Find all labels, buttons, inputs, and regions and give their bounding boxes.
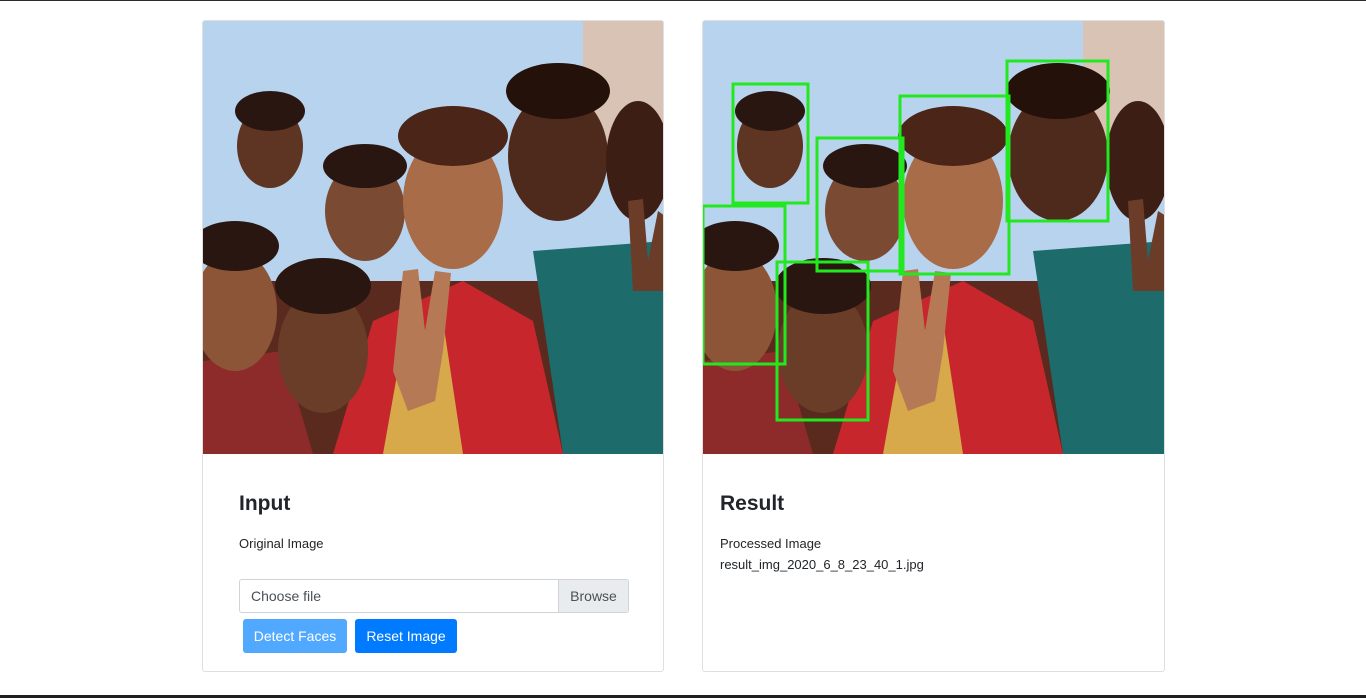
detect-faces-button[interactable]: Detect Faces [243,619,347,653]
result-title: Result [720,492,785,515]
result-card: Result Processed Image result_img_2020_6… [702,20,1165,672]
original-image [203,21,663,454]
processed-image [703,21,1164,454]
input-card-body: Input Original Image Choose file Browse … [239,491,629,653]
processed-photo-illustration [703,21,1164,454]
input-title: Input [239,492,291,515]
file-input-placeholder[interactable]: Choose file [240,580,558,612]
browse-button[interactable]: Browse [558,580,628,612]
file-picker[interactable]: Choose file Browse [239,579,629,613]
original-photo-illustration [203,21,663,454]
result-card-body: Result Processed Image result_img_2020_6… [720,491,1128,573]
input-card: Input Original Image Choose file Browse … [202,20,664,672]
result-filename: result_img_2020_6_8_23_40_1.jpg [720,557,924,572]
reset-image-button[interactable]: Reset Image [355,619,457,653]
result-subtitle: Processed Image [720,536,822,551]
input-subtitle: Original Image [239,536,324,551]
